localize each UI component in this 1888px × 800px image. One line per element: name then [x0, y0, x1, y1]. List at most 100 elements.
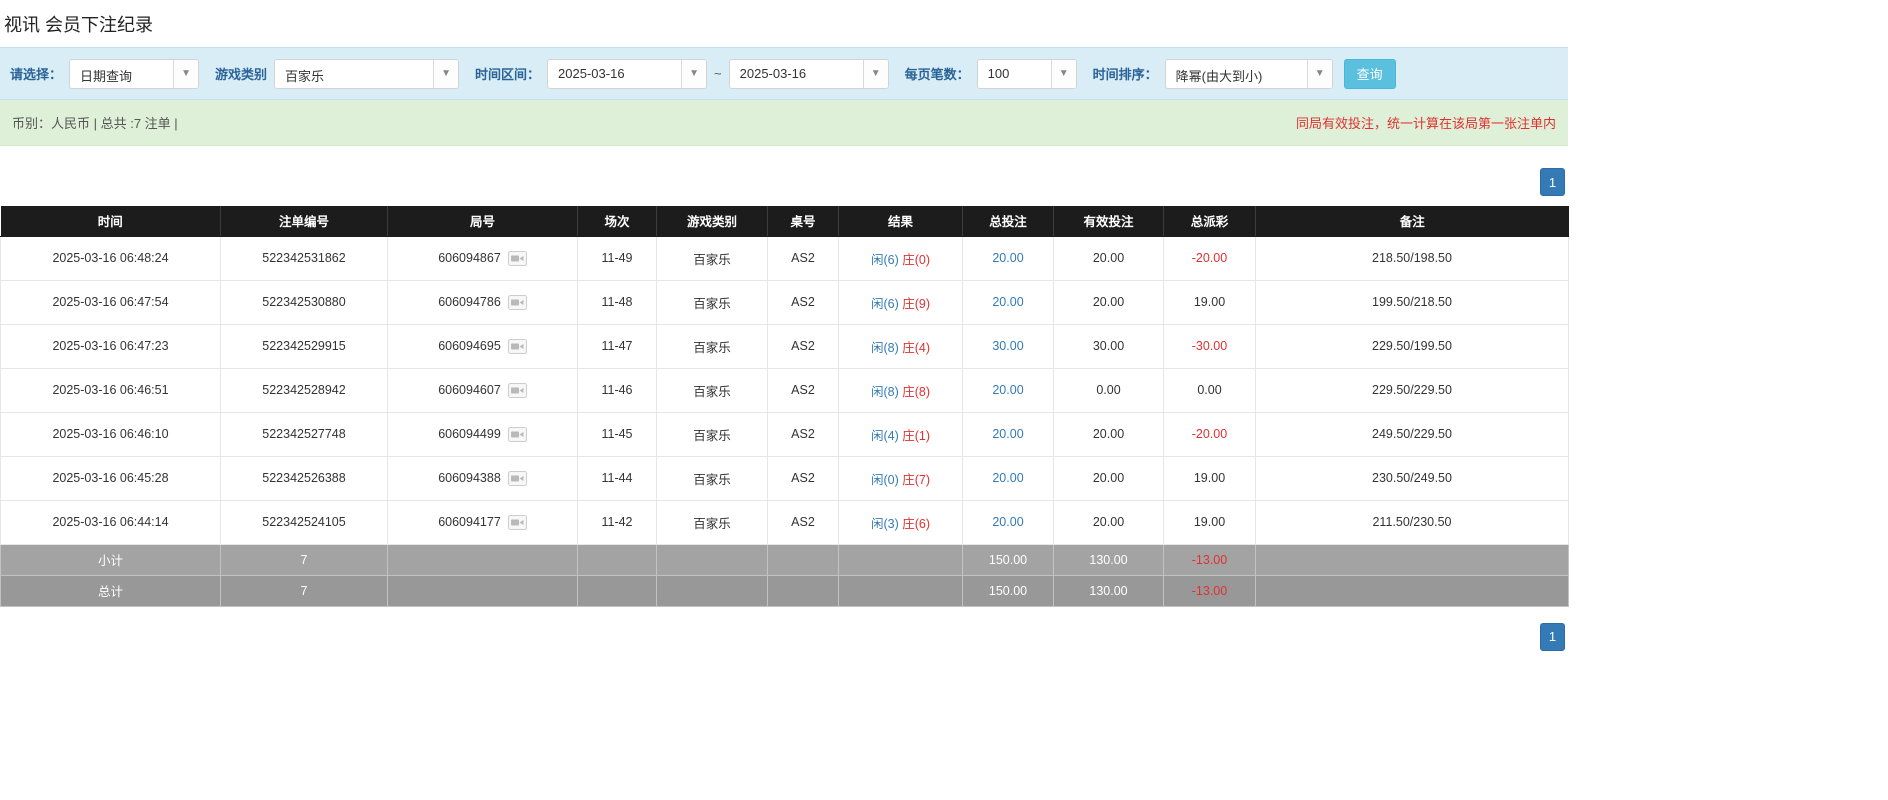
round-number: 606094695: [438, 339, 501, 353]
cell-bet-id: 522342527748: [221, 412, 388, 456]
cell-total-bet: 20.00: [963, 456, 1054, 500]
result-banker: 庄(6): [902, 517, 930, 531]
total-row: 总计 7 150.00 130.00 -13.00: [1, 575, 1569, 606]
cell-total-bet: 20.00: [963, 368, 1054, 412]
result-player: 闲(8): [871, 341, 899, 355]
summary-note: 同局有效投注，统一计算在该局第一张注单内: [1296, 113, 1556, 132]
cell-payout: -20.00: [1164, 412, 1256, 456]
cell-payout: 19.00: [1164, 500, 1256, 544]
table-row: 2025-03-16 06:46:51 522342528942 6060946…: [1, 368, 1569, 412]
cell-payout: 19.00: [1164, 280, 1256, 324]
table-row: 2025-03-16 06:47:23 522342529915 6060946…: [1, 324, 1569, 368]
result-player: 闲(6): [871, 253, 899, 267]
table-row: 2025-03-16 06:48:24 522342531862 6060948…: [1, 236, 1569, 280]
cell-bet-id: 522342530880: [221, 280, 388, 324]
cell-valid-bet: 20.00: [1054, 412, 1164, 456]
video-replay-icon[interactable]: [508, 427, 527, 442]
cell-total-bet: 20.00: [963, 412, 1054, 456]
subtotal-label: 小计: [1, 544, 221, 575]
cell-time: 2025-03-16 06:48:24: [1, 236, 221, 280]
table-row: 2025-03-16 06:45:28 522342526388 6060943…: [1, 456, 1569, 500]
cell-round: 606094499: [388, 412, 578, 456]
total-bet-link[interactable]: 20.00: [992, 251, 1023, 265]
page-1-button[interactable]: 1: [1540, 168, 1565, 196]
video-replay-icon[interactable]: [508, 339, 527, 354]
cell-round: 606094786: [388, 280, 578, 324]
header-total-bet: 总投注: [963, 206, 1054, 236]
total-bet-link[interactable]: 20.00: [992, 515, 1023, 529]
page-1-button[interactable]: 1: [1540, 623, 1565, 651]
total-bet-link[interactable]: 20.00: [992, 383, 1023, 397]
sort-select[interactable]: 降幂(由大到小) ▼: [1165, 59, 1333, 89]
cell-game-type: 百家乐: [657, 500, 768, 544]
records-table: 时间 注单编号 局号 场次 游戏类别 桌号 结果 总投注 有效投注 总派彩 备注…: [0, 206, 1569, 607]
query-type-select[interactable]: 日期查询 ▼: [69, 59, 199, 89]
video-replay-icon[interactable]: [508, 251, 527, 266]
header-game-type: 游戏类别: [657, 206, 768, 236]
pagination-top: 1: [0, 146, 1568, 206]
table-row: 2025-03-16 06:44:14 522342524105 6060941…: [1, 500, 1569, 544]
subtotal-valid-bet: 130.00: [1054, 544, 1164, 575]
cell-time: 2025-03-16 06:46:10: [1, 412, 221, 456]
cell-table-no: AS2: [768, 236, 839, 280]
search-button[interactable]: 查询: [1344, 59, 1396, 89]
video-replay-icon[interactable]: [508, 383, 527, 398]
result-player: 闲(8): [871, 385, 899, 399]
cell-valid-bet: 20.00: [1054, 280, 1164, 324]
chevron-down-icon: ▼: [1307, 60, 1332, 88]
round-number: 606094499: [438, 427, 501, 441]
cell-valid-bet: 20.00: [1054, 500, 1164, 544]
video-replay-icon[interactable]: [508, 295, 527, 310]
total-bet-link[interactable]: 20.00: [992, 427, 1023, 441]
table-body: 2025-03-16 06:48:24 522342531862 6060948…: [1, 236, 1569, 544]
cell-result: 闲(8) 庄(8): [839, 368, 963, 412]
total-bet-link[interactable]: 20.00: [992, 471, 1023, 485]
cell-remark: 230.50/249.50: [1256, 456, 1569, 500]
date-to-select[interactable]: 2025-03-16 ▼: [729, 59, 889, 89]
cell-payout: -30.00: [1164, 324, 1256, 368]
cell-session: 11-47: [578, 324, 657, 368]
result-banker: 庄(0): [902, 253, 930, 267]
result-banker: 庄(4): [902, 341, 930, 355]
cell-result: 闲(4) 庄(1): [839, 412, 963, 456]
cell-session: 11-48: [578, 280, 657, 324]
chevron-down-icon: ▼: [1051, 60, 1076, 88]
page-size-label: 每页笔数：: [905, 64, 970, 83]
round-number: 606094786: [438, 295, 501, 309]
subtotal-total-bet: 150.00: [963, 544, 1054, 575]
total-bet-link[interactable]: 20.00: [992, 295, 1023, 309]
page-size-select[interactable]: 100 ▼: [977, 59, 1077, 89]
cell-bet-id: 522342524105: [221, 500, 388, 544]
cell-valid-bet: 20.00: [1054, 236, 1164, 280]
cell-bet-id: 522342526388: [221, 456, 388, 500]
date-from-select[interactable]: 2025-03-16 ▼: [547, 59, 707, 89]
header-payout: 总派彩: [1164, 206, 1256, 236]
game-type-select[interactable]: 百家乐 ▼: [274, 59, 459, 89]
cell-table-no: AS2: [768, 500, 839, 544]
total-count: 7: [221, 575, 388, 606]
cell-table-no: AS2: [768, 456, 839, 500]
cell-remark: 199.50/218.50: [1256, 280, 1569, 324]
total-bet-link[interactable]: 30.00: [992, 339, 1023, 353]
cell-result: 闲(0) 庄(7): [839, 456, 963, 500]
page: 视讯 会员下注纪录 请选择： 日期查询 ▼ 游戏类别 百家乐 ▼ 时间区间： 2…: [0, 0, 1568, 667]
header-round: 局号: [388, 206, 578, 236]
table-row: 2025-03-16 06:46:10 522342527748 6060944…: [1, 412, 1569, 456]
sort-value: 降幂(由大到小): [1166, 60, 1307, 88]
cell-round: 606094695: [388, 324, 578, 368]
video-replay-icon[interactable]: [508, 471, 527, 486]
header-remark: 备注: [1256, 206, 1569, 236]
cell-valid-bet: 30.00: [1054, 324, 1164, 368]
cell-round: 606094607: [388, 368, 578, 412]
video-replay-icon[interactable]: [508, 515, 527, 530]
page-size-value: 100: [978, 60, 1051, 88]
result-banker: 庄(1): [902, 429, 930, 443]
chevron-down-icon: ▼: [681, 60, 706, 88]
cell-total-bet: 20.00: [963, 500, 1054, 544]
total-payout: -13.00: [1164, 575, 1256, 606]
cell-session: 11-42: [578, 500, 657, 544]
cell-table-no: AS2: [768, 368, 839, 412]
cell-result: 闲(6) 庄(9): [839, 280, 963, 324]
cell-round: 606094388: [388, 456, 578, 500]
page-title: 视讯 会员下注纪录: [0, 0, 1568, 47]
